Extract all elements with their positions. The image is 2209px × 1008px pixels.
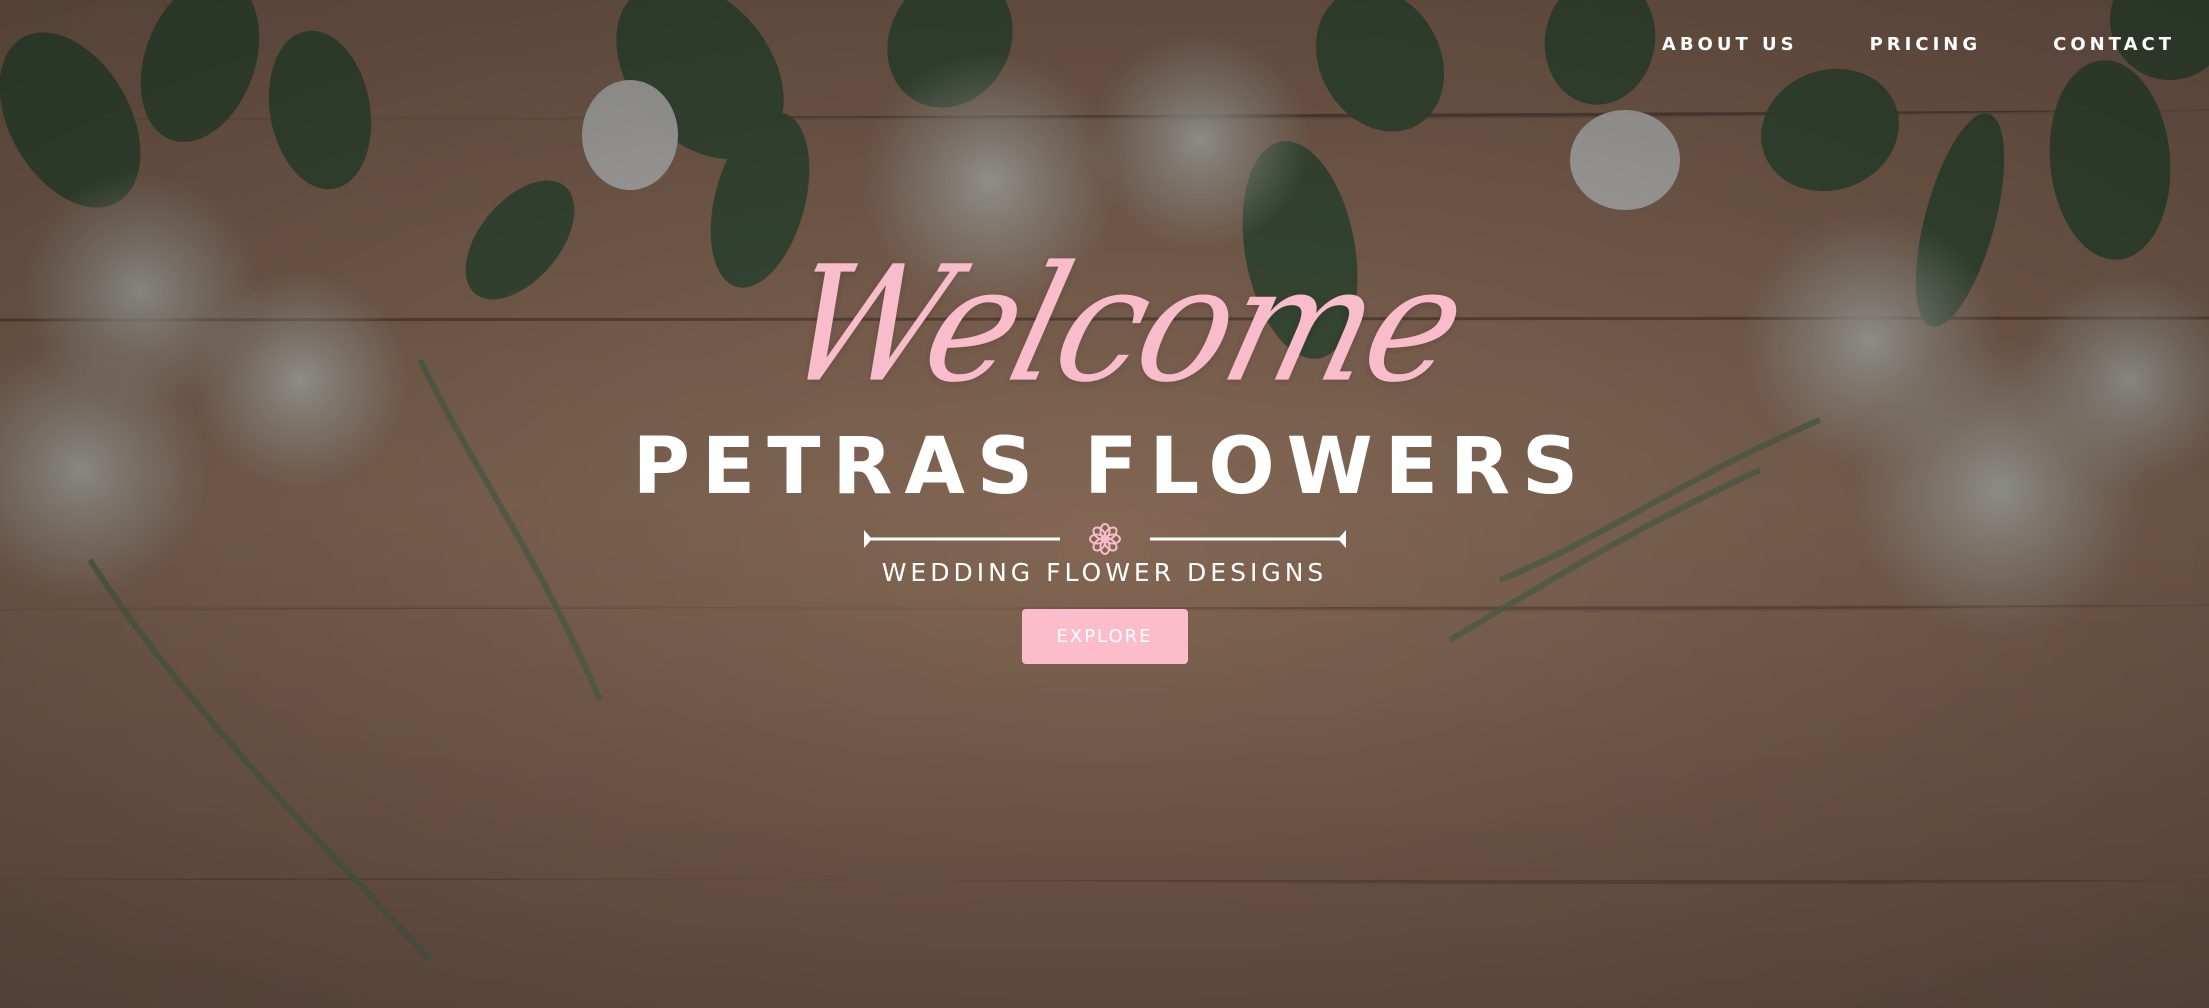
nav-link-contact[interactable]: CONTACT bbox=[2053, 30, 2175, 59]
nav-link-about-us[interactable]: ABOUT US bbox=[1662, 30, 1798, 59]
ornamental-divider bbox=[860, 522, 1350, 556]
top-nav: ABOUT US PRICING CONTACT bbox=[1662, 30, 2175, 59]
hero-section: ABOUT US PRICING CONTACT Welcome PETRAS … bbox=[0, 0, 2209, 1008]
hero-content: Welcome PETRAS FLOWERS WEDDING FLOWER DE… bbox=[0, 232, 2209, 664]
flower-icon bbox=[1088, 523, 1121, 555]
explore-button[interactable]: EXPLORE bbox=[1021, 609, 1188, 664]
welcome-script-heading: Welcome bbox=[767, 231, 1480, 418]
nav-link-pricing[interactable]: PRICING bbox=[1870, 30, 1982, 59]
tagline: WEDDING FLOWER DESIGNS bbox=[881, 558, 1328, 587]
